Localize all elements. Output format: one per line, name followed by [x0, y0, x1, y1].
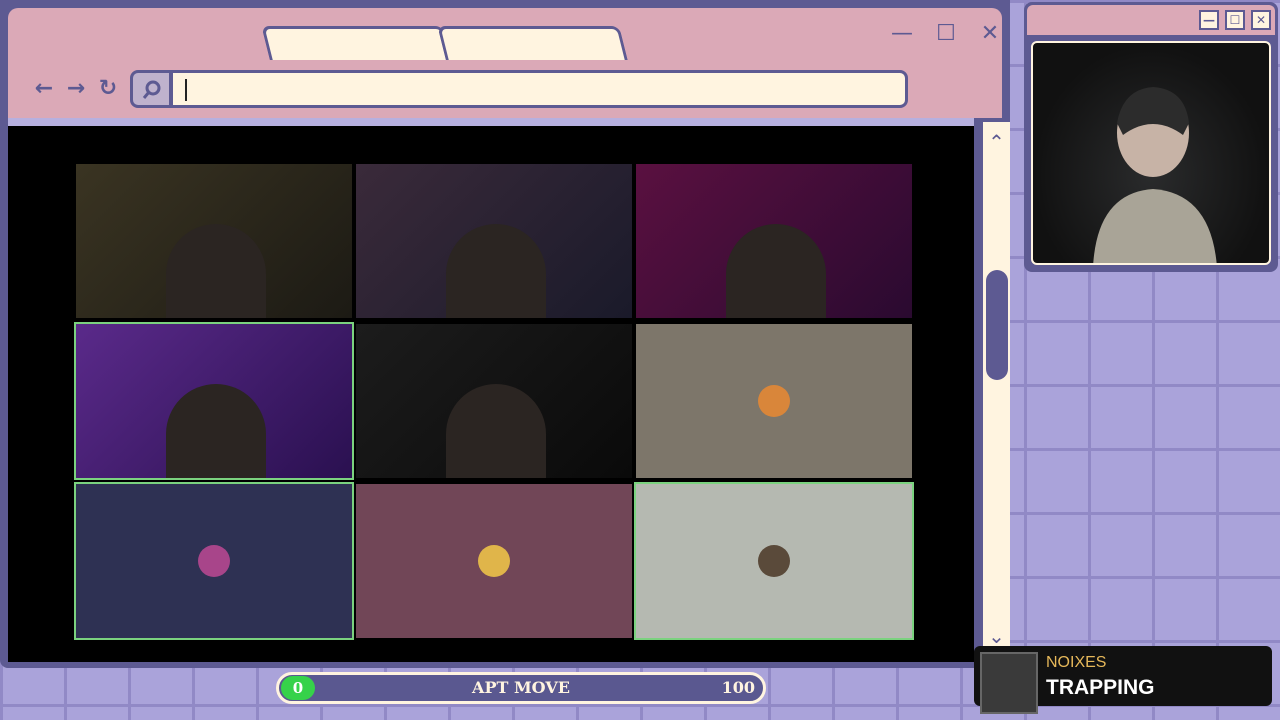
participant-tile[interactable] [76, 164, 352, 318]
scroll-down-icon[interactable]: ⌄ [983, 624, 1010, 648]
tab-bar: — ☐ ✕ [8, 8, 1004, 64]
video-call-area [8, 118, 974, 662]
scrollbar-thumb[interactable] [986, 270, 1008, 380]
browser-window: — ☐ ✕ ← → ↻ ⌃ ⌄ [0, 0, 1010, 668]
camera-close-button[interactable]: ✕ [1251, 10, 1271, 30]
participant-video [166, 384, 266, 478]
close-button[interactable]: ✕ [976, 20, 1004, 48]
camera-window-titlebar: — ☐ ✕ [1027, 5, 1275, 35]
participant-tile[interactable] [356, 484, 632, 638]
participant-tile[interactable] [74, 482, 354, 640]
scroll-up-icon[interactable]: ⌃ [983, 130, 1010, 154]
participant-video [446, 224, 546, 318]
forward-button[interactable]: → [62, 74, 90, 104]
minimize-button[interactable]: — [888, 20, 916, 48]
search-button[interactable] [130, 70, 172, 108]
participant-avatar [758, 545, 790, 577]
participant-avatar [478, 545, 510, 577]
maximize-button[interactable]: ☐ [932, 20, 960, 48]
participant-tile[interactable] [74, 322, 354, 480]
participant-tile[interactable] [356, 324, 632, 478]
participant-tile[interactable] [636, 324, 912, 478]
camera-minimize-button[interactable]: — [1199, 10, 1219, 30]
url-input[interactable] [170, 70, 908, 108]
scrollbar[interactable]: ⌃ ⌄ [980, 122, 1010, 652]
participant-video [726, 224, 826, 318]
progress-bar: 0 APT MOVE 100 [276, 672, 766, 704]
participant-video [166, 224, 266, 318]
now-playing-title: TRAPPING [1046, 676, 1155, 699]
camera-window: — ☐ ✕ [1024, 2, 1278, 272]
nav-bar: ← → ↻ [8, 60, 1002, 118]
now-playing-widget: NOIXES TRAPPING [974, 646, 1272, 714]
album-art [980, 652, 1038, 714]
now-playing-artist: NOIXES [1046, 654, 1107, 671]
participant-tile[interactable] [634, 482, 914, 640]
browser-tab-2[interactable] [437, 26, 629, 64]
person-silhouette [1093, 87, 1217, 263]
participant-tile[interactable] [636, 164, 912, 318]
camera-maximize-button[interactable]: ☐ [1225, 10, 1245, 30]
text-caret [185, 79, 187, 101]
browser-tab-1[interactable] [261, 26, 453, 64]
progress-max: 100 [721, 678, 755, 697]
back-button[interactable]: ← [30, 74, 58, 104]
reload-button[interactable]: ↻ [94, 74, 122, 104]
participant-video [446, 384, 546, 478]
progress-label: APT MOVE [472, 678, 570, 697]
participant-avatar [758, 385, 790, 417]
participant-avatar [198, 545, 230, 577]
participant-tile[interactable] [356, 164, 632, 318]
webcam-feed [1031, 41, 1271, 265]
search-icon [142, 80, 161, 99]
